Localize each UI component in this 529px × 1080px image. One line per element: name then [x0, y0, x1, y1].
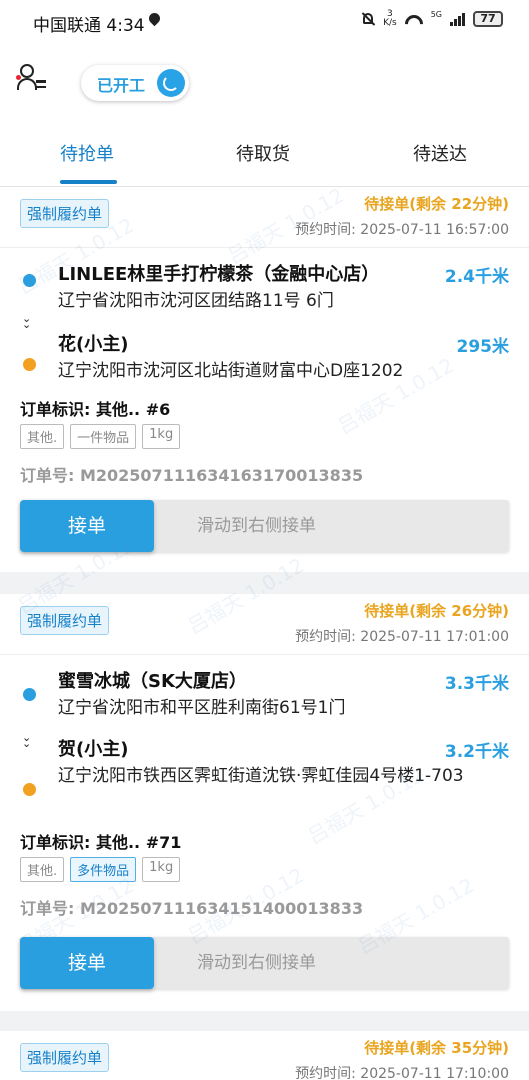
dropoff-address: 辽宁沈阳市沈河区北站街道财富中心D座1202: [58, 361, 404, 381]
network-type: 5G: [430, 9, 442, 19]
order-status: 待接单(剩余 26分钟): [364, 602, 509, 620]
dropoff-distance: 3.2千米: [444, 742, 509, 762]
pickup-address: 辽宁省沈阳市和平区胜利南街61号1门: [58, 698, 346, 718]
app-header: 已开工 待抢单 待取货 待送达: [0, 44, 529, 187]
order-card: 强制履约单 待接单(剩余 22分钟) 预约时间: 2025-07-11 16:5…: [0, 187, 529, 572]
chip-item-count: 多件物品: [70, 857, 137, 882]
order-tabs: 待抢单 待取货 待送达: [0, 132, 529, 186]
dropoff-name: 贺(小主): [58, 739, 129, 760]
accept-order-button[interactable]: 接单: [20, 937, 154, 989]
item-chips: 其他. 多件物品 1kg: [20, 857, 181, 882]
appointment-time: 预约时间: 2025-07-11 17:01:00: [295, 629, 509, 645]
order-card-header: 强制履约单 待接单(剩余 22分钟) 预约时间: 2025-07-11 16:5…: [0, 187, 529, 248]
chip-item-count: 一件物品: [70, 424, 137, 449]
pickup-address: 辽宁省沈阳市沈河区团结路11号 6门: [58, 291, 334, 311]
order-number: 订单号: M20250711163416317001383​5: [20, 466, 364, 485]
chip-weight: 1kg: [142, 424, 181, 449]
status-bar: 中国联通 4:34 3 K/s 5G 77: [0, 0, 529, 44]
speed-unit: K/s: [383, 18, 397, 28]
chip-category: 其他.: [20, 424, 65, 449]
order-number: 订单号: M20250711163415140001383​3: [20, 899, 364, 918]
signal-icon: [450, 12, 465, 26]
pickup-distance: 3.3千米: [444, 674, 509, 694]
pickup-dot-icon: [23, 688, 36, 701]
order-card: 强制履约单 待接单(剩余 35分钟) 预约时间: 2025-07-11 17:1…: [0, 1031, 529, 1080]
dropoff-dot-icon: [23, 783, 36, 796]
accept-slider[interactable]: 接单 滑动到右侧接单: [20, 500, 509, 552]
order-status: 待接单(剩余 35分钟): [364, 1039, 509, 1057]
dropoff-dot-icon: [23, 358, 36, 371]
pickup-distance: 2.4千米: [444, 267, 509, 287]
mute-bell-icon: [361, 12, 375, 26]
chevron-down-icon: ⌄ ⌄: [22, 312, 32, 331]
item-chips: 其他. 一件物品 1kg: [20, 424, 181, 449]
network-speed: 3 K/s: [383, 10, 397, 28]
force-fulfill-badge: 强制履约单: [20, 606, 110, 635]
order-card-header: 强制履约单 待接单(剩余 26分钟) 预约时间: 2025-07-11 17:0…: [0, 594, 529, 655]
work-status-label: 已开工: [97, 76, 146, 95]
toggle-knob-icon: [157, 69, 185, 97]
battery-icon: 77: [473, 11, 503, 27]
status-icons: 3 K/s 5G 77: [361, 10, 503, 28]
pickup-dot-icon: [23, 274, 36, 287]
chip-weight: 1kg: [142, 857, 181, 882]
force-fulfill-badge: 强制履约单: [20, 199, 110, 228]
appointment-time: 预约时间: 2025-07-11 16:57:00: [295, 222, 509, 238]
dropoff-address: 辽宁沈阳市铁西区霁虹街道沈铁·霁虹佳园4号楼1-703: [58, 766, 464, 786]
dropoff-distance: 295米: [456, 337, 510, 357]
chevron-down-icon: ⌄ ⌄: [22, 731, 32, 750]
clock: 4:34: [106, 16, 145, 36]
order-tag: 订单标识: 其他.. #71: [20, 833, 182, 852]
tab-pickup[interactable]: 待取货: [236, 140, 290, 166]
accept-order-button[interactable]: 接单: [20, 500, 154, 552]
tab-grab-orders[interactable]: 待抢单: [60, 140, 114, 166]
slide-hint: 滑动到右侧接单: [197, 953, 316, 973]
status-carrier-time: 中国联通 4:34: [33, 11, 145, 36]
pickup-name: LINLEE林里手打柠檬茶（金融中心店）: [58, 264, 380, 285]
wifi-icon: [405, 13, 423, 26]
order-status: 待接单(剩余 22分钟): [364, 195, 509, 213]
accept-slider[interactable]: 接单 滑动到右侧接单: [20, 937, 509, 989]
slide-hint: 滑动到右侧接单: [197, 516, 316, 536]
order-card-header: 强制履约单 待接单(剩余 35分钟) 预约时间: 2025-07-11 17:1…: [0, 1031, 529, 1080]
appointment-time: 预约时间: 2025-07-11 17:10:00: [295, 1066, 509, 1080]
order-tag: 订单标识: 其他.. #6: [20, 400, 171, 419]
carrier-label: 中国联通: [33, 16, 101, 36]
work-status-toggle[interactable]: 已开工: [81, 65, 189, 101]
force-fulfill-badge: 强制履约单: [20, 1043, 110, 1072]
location-icon: [146, 10, 163, 27]
dropoff-name: 花(小主): [58, 334, 129, 355]
active-tab-indicator: [60, 180, 117, 184]
profile-menu-icon[interactable]: [16, 62, 50, 96]
tab-delivery[interactable]: 待送达: [413, 140, 467, 166]
pickup-name: 蜜雪冰城（SK大厦店）: [58, 671, 247, 692]
order-card: 强制履约单 待接单(剩余 26分钟) 预约时间: 2025-07-11 17:0…: [0, 594, 529, 1011]
chip-category: 其他.: [20, 857, 65, 882]
